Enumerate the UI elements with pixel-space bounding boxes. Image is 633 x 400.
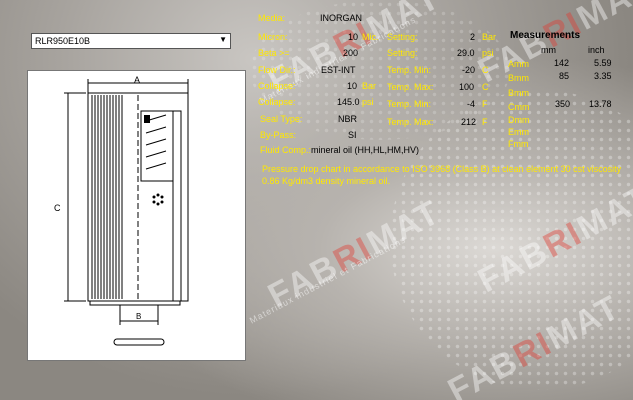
temp-min-c-unit: C [482, 65, 489, 75]
temp-max-f-unit: F [482, 117, 488, 127]
product-sheet: FABRIMAT Materiaux industriel et Fabrica… [0, 0, 633, 400]
measurement-row-mm: 350 [555, 99, 571, 109]
temp-max-f-label: Temp. Max: [387, 117, 434, 127]
collapse-psi-value: 145.0 [337, 97, 360, 107]
collapse-bar-unit: Bar [362, 81, 377, 91]
micron-unit: Mic. [362, 32, 379, 42]
measurement-row-inch: 13.78 [589, 99, 612, 109]
setting-bar-value: 2 [470, 32, 476, 42]
micron-value: 10 [348, 32, 359, 42]
measurement-row-inch: 3.35 [594, 71, 612, 81]
pressure-drop-note: Pressure drop chart in accordance to ISO… [262, 164, 622, 186]
seal-type-label: Seal Type: [260, 114, 303, 124]
measurement-row-mm: 85 [559, 71, 570, 81]
temp-min-f-value: -4 [467, 99, 476, 109]
micron-label: Micron: [258, 32, 288, 42]
measurements-title: Measurements [510, 30, 581, 41]
temp-min-c-label: Temp. Min: [387, 65, 432, 75]
temp-min-f-unit: F [482, 99, 488, 109]
measurements-col-mm: mm [541, 45, 556, 55]
flow-dir-value: EST-INT [321, 65, 356, 75]
fluid-comp-label: Fluid Comp.: [260, 145, 312, 155]
measurement-row-label: Fmm [508, 139, 529, 149]
measurement-row-label: Bmm [508, 73, 529, 83]
measurement-row-inch: 5.59 [594, 58, 612, 68]
flow-dir-label: Flow Dir.: [258, 65, 296, 75]
filter-element-drawing: A C B [27, 70, 246, 361]
bypass-label: By-Pass: [260, 130, 297, 140]
measurement-row-label: Bmm [508, 88, 529, 98]
collapse-psi-unit: psi [362, 97, 374, 107]
beta-value: 200 [343, 48, 359, 58]
measurements-col-inch: inch [588, 45, 605, 55]
product-code-dropdown[interactable]: RLR950E10B ▼ [31, 33, 231, 49]
measurement-row-label: Cmm [508, 102, 530, 112]
collapse-bar-value: 10 [347, 81, 358, 91]
collapse-bar-label: Collapse: [258, 81, 296, 91]
dimension-label-c: C [54, 203, 61, 213]
measurement-row-label: Amm [508, 59, 529, 69]
setting-bar-label: Setting: [387, 32, 418, 42]
product-code-value: RLR950E10B [35, 36, 91, 46]
temp-min-f-label: Temp. Min: [387, 99, 432, 109]
setting-psi-label: Setting: [387, 48, 418, 58]
temp-min-c-value: -20 [462, 65, 476, 75]
media-value: INORGAN [320, 13, 363, 23]
temp-max-c-unit: C [482, 82, 489, 92]
collapse-psi-label: Collapse: [258, 97, 296, 107]
media-label: Media: [258, 13, 286, 23]
seal-type-value: NBR [338, 114, 358, 124]
temp-max-f-value: 212 [461, 117, 477, 127]
setting-bar-unit: Bar [482, 32, 497, 42]
chevron-down-icon[interactable]: ▼ [219, 35, 227, 44]
temp-max-c-value: 100 [459, 82, 475, 92]
measurement-row-mm: 142 [554, 58, 570, 68]
bypass-value: SI [348, 130, 357, 140]
measurement-row-label: Emm [508, 127, 529, 137]
temp-max-c-label: Temp. Max: [387, 82, 434, 92]
measurement-row-label: Dmm [508, 115, 530, 125]
beta-label: Beta >= [258, 48, 290, 58]
setting-psi-value: 29.0 [457, 48, 475, 58]
dimension-label-b: B [136, 312, 142, 321]
dimension-label-a: A [134, 75, 141, 85]
setting-psi-unit: psi [482, 48, 494, 58]
fluid-comp-value: mineral oil (HH,HL,HM,HV) [311, 145, 420, 155]
